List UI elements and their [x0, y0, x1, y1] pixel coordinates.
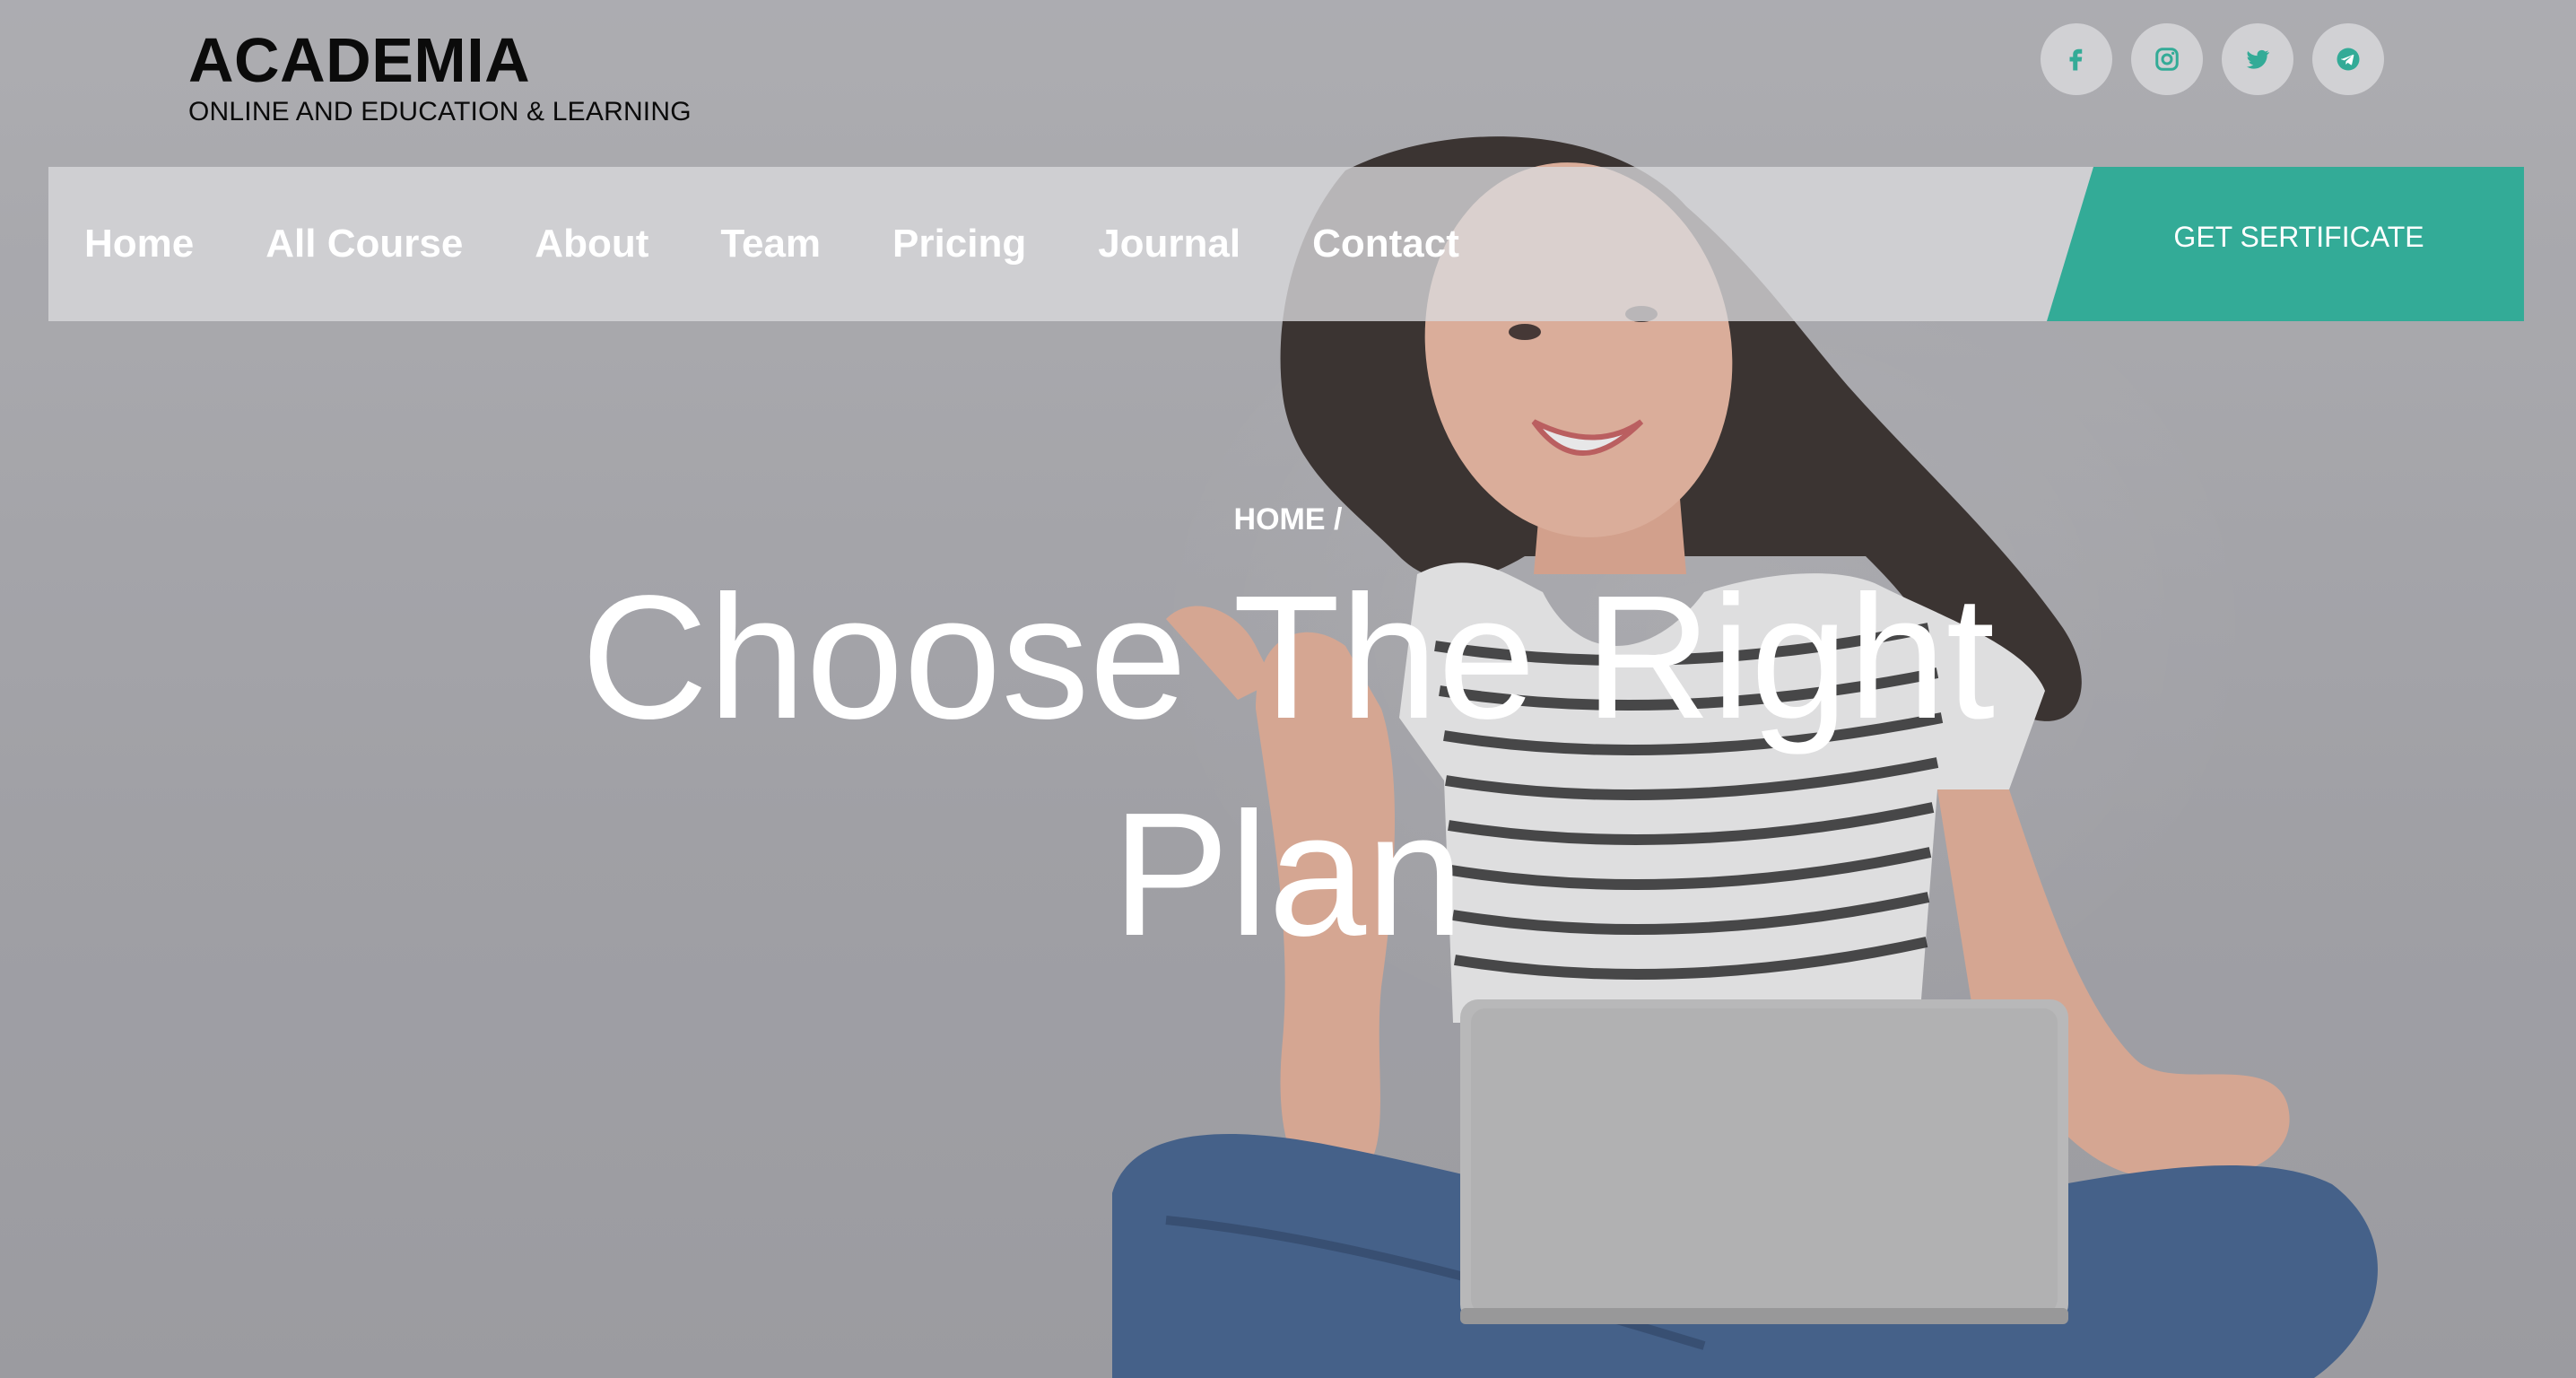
brand-subtitle: ONLINE AND EDUCATION & LEARNING [188, 97, 692, 126]
twitter-icon [2246, 49, 2270, 69]
instagram-button[interactable] [2131, 23, 2203, 95]
facebook-button[interactable] [2041, 23, 2112, 95]
nav-items: Home All Course About Team Pricing Journ… [84, 167, 1459, 321]
nav-item-contact[interactable]: Contact [1312, 222, 1459, 266]
brand-title[interactable]: ACADEMIA [188, 27, 692, 93]
nav-item-about[interactable]: About [535, 222, 648, 266]
nav-item-home[interactable]: Home [84, 222, 194, 266]
nav-item-pricing[interactable]: Pricing [892, 222, 1026, 266]
telegram-button[interactable] [2312, 23, 2384, 95]
brand[interactable]: ACADEMIA ONLINE AND EDUCATION & LEARNING [188, 27, 692, 127]
social-links [2041, 23, 2384, 95]
page-title: Choose The Right Plan [580, 559, 1996, 972]
nav-item-team[interactable]: Team [720, 222, 821, 266]
get-certificate-label: GET SERTIFICATE [2173, 220, 2424, 253]
breadcrumb[interactable]: HOME / [0, 502, 2576, 537]
nav-item-journal[interactable]: Journal [1098, 222, 1240, 266]
twitter-button[interactable] [2222, 23, 2293, 95]
facebook-icon [2069, 48, 2083, 71]
telegram-icon [2337, 48, 2360, 71]
nav-item-all-course[interactable]: All Course [265, 222, 463, 266]
get-certificate-button[interactable]: GET SERTIFICATE [2047, 167, 2524, 321]
instagram-icon [2155, 48, 2179, 71]
